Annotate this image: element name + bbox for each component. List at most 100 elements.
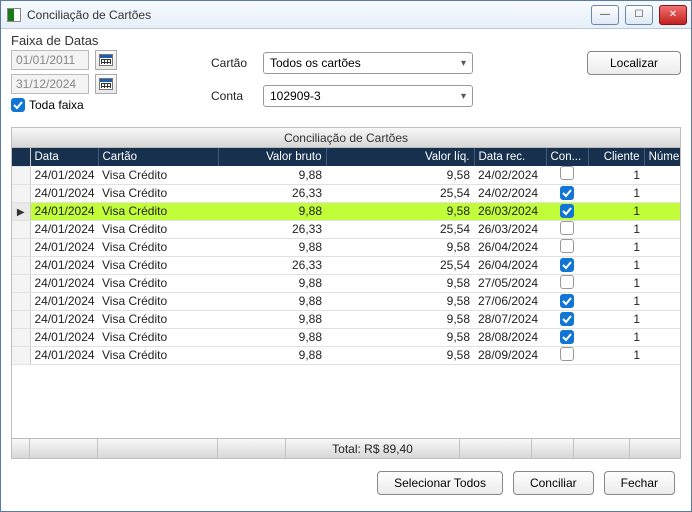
th-data[interactable]: Data: [30, 148, 98, 166]
cell-valor-liq: 9,58: [326, 166, 474, 184]
th-numero[interactable]: Número: [644, 148, 680, 166]
con-checkbox[interactable]: [560, 166, 574, 180]
table-row[interactable]: 24/01/2024Visa Crédito9,889,5828/09/2024…: [12, 346, 680, 364]
con-checkbox[interactable]: [560, 239, 574, 253]
cell-data: 24/01/2024: [30, 328, 98, 346]
th-valor-bruto[interactable]: Valor bruto: [218, 148, 326, 166]
row-marker: [12, 238, 30, 256]
toda-faixa-checkbox[interactable]: [11, 98, 25, 112]
cell-cartao: Visa Crédito: [98, 310, 218, 328]
cell-numero: [644, 220, 680, 238]
table-row[interactable]: 24/01/2024Visa Crédito9,889,5827/06/2024…: [12, 292, 680, 310]
cell-con: [546, 202, 588, 220]
cell-cliente: 1: [588, 274, 644, 292]
action-bar: Selecionar Todos Conciliar Fechar: [11, 459, 681, 501]
app-icon: [7, 8, 21, 22]
close-button[interactable]: ✕: [659, 5, 687, 25]
row-marker: [12, 220, 30, 238]
row-marker: [12, 328, 30, 346]
date-start-input[interactable]: [11, 50, 89, 70]
cell-valor-bruto: 9,88: [218, 274, 326, 292]
con-checkbox[interactable]: [560, 258, 574, 272]
cell-valor-bruto: 9,88: [218, 166, 326, 184]
cell-data: 24/01/2024: [30, 274, 98, 292]
table-row[interactable]: 24/01/2024Visa Crédito9,889,5826/04/2024…: [12, 238, 680, 256]
con-checkbox[interactable]: [560, 204, 574, 218]
cell-data-rec: 28/08/2024: [474, 328, 546, 346]
row-marker: [12, 256, 30, 274]
grid-scroll[interactable]: Data Cartão Valor bruto Valor líq. Data …: [12, 148, 680, 438]
cell-cartao: Visa Crédito: [98, 256, 218, 274]
cell-numero: [644, 328, 680, 346]
cell-numero: [644, 202, 680, 220]
table-row[interactable]: 24/01/2024Visa Crédito9,889,5824/02/2024…: [12, 166, 680, 184]
cell-data-rec: 24/02/2024: [474, 166, 546, 184]
con-checkbox[interactable]: [560, 186, 574, 200]
cell-data-rec: 26/03/2024: [474, 220, 546, 238]
th-cartao[interactable]: Cartão: [98, 148, 218, 166]
cell-numero: [644, 256, 680, 274]
table-row[interactable]: 24/01/2024Visa Crédito9,889,5827/05/2024…: [12, 274, 680, 292]
cell-numero: [644, 274, 680, 292]
minimize-button[interactable]: —: [591, 5, 619, 25]
th-valor-liq[interactable]: Valor líq.: [326, 148, 474, 166]
cell-data-rec: 24/02/2024: [474, 184, 546, 202]
cartao-value: Todos os cartões: [270, 56, 361, 70]
cell-data-rec: 26/04/2024: [474, 238, 546, 256]
footer-total: Total: R$ 89,40: [286, 439, 460, 458]
cell-numero: [644, 184, 680, 202]
conciliar-button[interactable]: Conciliar: [513, 471, 594, 495]
cell-data: 24/01/2024: [30, 256, 98, 274]
cell-cliente: 1: [588, 256, 644, 274]
date-end-input[interactable]: [11, 74, 89, 94]
row-marker: [12, 346, 30, 364]
cell-data-rec: 28/09/2024: [474, 346, 546, 364]
cell-numero: [644, 310, 680, 328]
localizar-button[interactable]: Localizar: [587, 51, 681, 75]
cell-data: 24/01/2024: [30, 238, 98, 256]
cell-numero: [644, 292, 680, 310]
cell-data-rec: 26/03/2024: [474, 202, 546, 220]
cell-con: [546, 274, 588, 292]
con-checkbox[interactable]: [560, 330, 574, 344]
selecionar-todos-button[interactable]: Selecionar Todos: [377, 471, 503, 495]
cell-numero: [644, 166, 680, 184]
cell-valor-liq: 9,58: [326, 310, 474, 328]
cell-con: [546, 310, 588, 328]
table-row[interactable]: 24/01/2024Visa Crédito26,3325,5426/04/20…: [12, 256, 680, 274]
date-start-picker[interactable]: [95, 50, 117, 70]
con-checkbox[interactable]: [560, 294, 574, 308]
table-row[interactable]: 24/01/2024Visa Crédito9,889,5828/08/2024…: [12, 328, 680, 346]
th-cliente[interactable]: Cliente: [588, 148, 644, 166]
content: Faixa de Datas Toda faixa: [1, 29, 691, 511]
cell-valor-bruto: 9,88: [218, 202, 326, 220]
calendar-icon: [99, 78, 113, 90]
toda-faixa-label: Toda faixa: [29, 98, 84, 112]
con-checkbox[interactable]: [560, 221, 574, 235]
cell-cartao: Visa Crédito: [98, 274, 218, 292]
fechar-button[interactable]: Fechar: [604, 471, 675, 495]
table-row[interactable]: 24/01/2024Visa Crédito9,889,5828/07/2024…: [12, 310, 680, 328]
con-checkbox[interactable]: [560, 275, 574, 289]
th-con[interactable]: Con...: [546, 148, 588, 166]
th-data-rec[interactable]: Data rec.: [474, 148, 546, 166]
cell-valor-liq: 9,58: [326, 346, 474, 364]
cartao-combo[interactable]: Todos os cartões ▾: [263, 52, 473, 74]
cell-cliente: 1: [588, 328, 644, 346]
cell-valor-liq: 25,54: [326, 256, 474, 274]
maximize-button[interactable]: ☐: [625, 5, 653, 25]
chevron-down-icon: ▾: [461, 58, 466, 69]
cell-con: [546, 292, 588, 310]
con-checkbox[interactable]: [560, 347, 574, 361]
table-row[interactable]: 24/01/2024Visa Crédito26,3325,5424/02/20…: [12, 184, 680, 202]
table-row[interactable]: ▶24/01/2024Visa Crédito9,889,5826/03/202…: [12, 202, 680, 220]
cell-valor-liq: 9,58: [326, 238, 474, 256]
conta-combo[interactable]: 102909-3 ▾: [263, 85, 473, 107]
table-row[interactable]: 24/01/2024Visa Crédito26,3325,5426/03/20…: [12, 220, 680, 238]
date-end-picker[interactable]: [95, 74, 117, 94]
cell-data: 24/01/2024: [30, 202, 98, 220]
cell-cliente: 1: [588, 166, 644, 184]
con-checkbox[interactable]: [560, 312, 574, 326]
cell-cartao: Visa Crédito: [98, 202, 218, 220]
grid: Conciliação de Cartões Data Cartão Valor…: [11, 127, 681, 459]
